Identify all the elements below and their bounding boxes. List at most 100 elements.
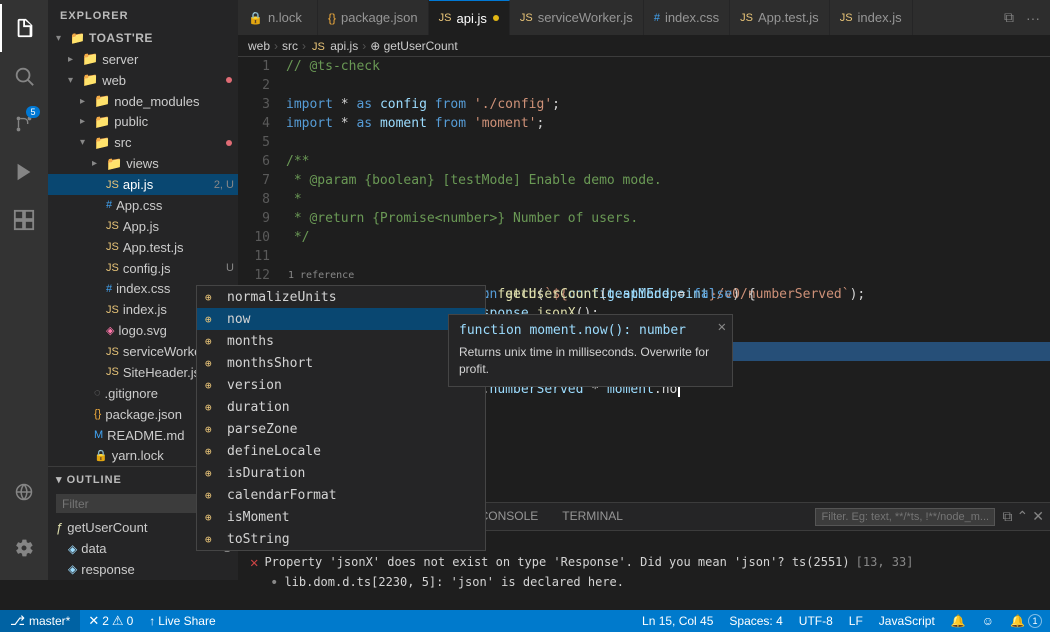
autocomplete-dropdown[interactable]: ⊕ normalizeUnits ⊕ now ⊕ months ⊕ months… [196, 285, 486, 551]
split-editor-icon[interactable]: ⧉ [1000, 7, 1018, 28]
sidebar-title: EXPLORER [48, 0, 238, 28]
code-line-5 [286, 133, 1050, 152]
ac-icon-toString: ⊕ [205, 533, 221, 546]
ac-icon-calendarFormat: ⊕ [205, 489, 221, 502]
code-line-2 [286, 76, 1050, 95]
status-position[interactable]: Ln 15, Col 45 [634, 610, 721, 632]
ac-icon-normalizeUnits: ⊕ [205, 291, 221, 304]
tree-item-web[interactable]: ▾ 📁 web [48, 70, 238, 91]
ac-item-months[interactable]: ⊕ months [197, 330, 485, 352]
remote-icon[interactable] [0, 468, 48, 516]
code-line-4: import * as moment from 'moment'; [286, 114, 1050, 133]
tooltip-close-icon[interactable]: ✕ [718, 319, 726, 335]
code-line-3: import * as config from './config'; [286, 95, 1050, 114]
panel-filter [815, 508, 995, 526]
ac-item-calendarFormat[interactable]: ⊕ calendarFormat [197, 484, 485, 506]
close-panel-icon[interactable]: ✕ [1032, 508, 1044, 525]
status-notifications[interactable]: 🔔 1 [1002, 610, 1050, 632]
source-control-icon[interactable]: 5 [0, 100, 48, 148]
ac-icon-now: ⊕ [205, 313, 221, 326]
error-line-1: ✕ Property 'jsonX' does not exist on typ… [246, 553, 1042, 573]
status-liveshare[interactable]: ↑ Live Share [141, 610, 223, 632]
tooltip-description: Returns unix time in milliseconds. Overw… [459, 344, 722, 378]
status-line-ending[interactable]: LF [841, 610, 871, 632]
ac-icon-monthsShort: ⊕ [205, 357, 221, 370]
tree-item-node_modules[interactable]: ▸ 📁 node_modules [48, 91, 238, 112]
tooltip-signature: function moment.now(): number [459, 323, 722, 338]
collapse-icon[interactable]: ⌃ [1017, 508, 1029, 525]
tooltip-box: ✕ function moment.now(): number Returns … [448, 314, 733, 387]
tree-item-public[interactable]: ▸ 📁 public [48, 112, 238, 133]
activity-bar: 5 [0, 0, 48, 580]
info-icon-1: • [270, 575, 278, 591]
status-encoding[interactable]: UTF-8 [791, 610, 841, 632]
ac-item-toString[interactable]: ⊕ toString [197, 528, 485, 550]
tab-index-js[interactable]: JS index.js [830, 0, 913, 35]
tab-index-css[interactable]: # index.css [644, 0, 730, 35]
tree-item-app-css[interactable]: ▸ # App.css [48, 195, 238, 216]
error-count-icon: ✕ [88, 613, 99, 629]
tab-serviceworker[interactable]: JS serviceWorker.js [510, 0, 644, 35]
status-bell-icon[interactable]: 🔔 [943, 610, 974, 632]
tree-item-server[interactable]: ▸ 📁 server [48, 49, 238, 70]
ac-item-parseZone[interactable]: ⊕ parseZone [197, 418, 485, 440]
status-bar: ⎇ master* ✕ 2 ⚠ 0 ↑ Live Share Ln 15, Co… [0, 610, 1050, 632]
ac-item-normalizeUnits[interactable]: ⊕ normalizeUnits [197, 286, 485, 308]
ac-item-isMoment[interactable]: ⊕ isMoment [197, 506, 485, 528]
panel-filter-input[interactable] [815, 508, 995, 526]
tab-api-js[interactable]: JS api.js [429, 0, 510, 35]
ac-item-defineLocale[interactable]: ⊕ defineLocale [197, 440, 485, 462]
search-icon[interactable] [0, 52, 48, 100]
breadcrumb-web[interactable]: web [248, 39, 270, 53]
code-line-6: /** [286, 152, 1050, 171]
code-line-1: // @ts-check [286, 57, 1050, 76]
tree-item-toastre[interactable]: ▾ 📁 TOAST'RE [48, 28, 238, 49]
tab-nlock[interactable]: 🔒 n.lock [238, 0, 318, 35]
outline-item-response[interactable]: ◈ response [48, 559, 238, 580]
git-branch[interactable]: ⎇ master* [0, 610, 80, 632]
liveshare-icon: ↑ [149, 614, 155, 628]
ac-item-monthsShort[interactable]: ⊕ monthsShort [197, 352, 485, 374]
tab-package-json[interactable]: {} package.json [318, 0, 429, 35]
status-spaces[interactable]: Spaces: 4 [721, 610, 790, 632]
settings-icon[interactable] [0, 524, 48, 572]
breadcrumb-apijs[interactable]: JS api.js [310, 39, 358, 53]
reference-line: 1 reference [286, 266, 1050, 285]
ac-icon-duration: ⊕ [205, 401, 221, 414]
error-icon-1: ✕ [250, 555, 258, 571]
tabs-bar: 🔒 n.lock {} package.json JS api.js JS se… [238, 0, 1050, 35]
tree-item-views[interactable]: ▸ 📁 views [48, 153, 238, 174]
files-icon[interactable] [0, 4, 48, 52]
ac-item-now[interactable]: ⊕ now [197, 308, 485, 330]
ac-item-isDuration[interactable]: ⊕ isDuration [197, 462, 485, 484]
status-language[interactable]: JavaScript [871, 610, 943, 632]
source-control-badge: 5 [26, 106, 40, 118]
code-line-7: * @param {boolean} [testMode] Enable dem… [286, 171, 1050, 190]
breadcrumb-getusercount[interactable]: ⊕ getUserCount [370, 39, 457, 53]
status-feedback[interactable]: ☺ [974, 610, 1002, 632]
tree-item-app-test-js[interactable]: ▸ JS App.test.js [48, 237, 238, 258]
panel-tab-terminal[interactable]: TERMINAL [550, 503, 635, 531]
ac-icon-isMoment: ⊕ [205, 511, 221, 524]
tree-item-config-js[interactable]: ▸ JS config.js U [48, 258, 238, 279]
tab-app-test[interactable]: JS App.test.js [730, 0, 830, 35]
more-actions-icon[interactable]: ··· [1022, 8, 1044, 28]
tree-item-api-js[interactable]: ▸ JS api.js 2, U [48, 174, 238, 195]
ac-item-version[interactable]: ⊕ version [197, 374, 485, 396]
tree-item-app-js[interactable]: ▸ JS App.js [48, 216, 238, 237]
run-icon[interactable] [0, 148, 48, 196]
extensions-icon[interactable] [0, 196, 48, 244]
status-errors[interactable]: ✕ 2 ⚠ 0 [80, 610, 141, 632]
ac-item-duration[interactable]: ⊕ duration [197, 396, 485, 418]
copy-icon[interactable]: ⧉ [1003, 508, 1013, 525]
breadcrumb-src[interactable]: src [282, 39, 298, 53]
code-line-10: */ [286, 228, 1050, 247]
ac-icon-version: ⊕ [205, 379, 221, 392]
tree-item-src[interactable]: ▾ 📁 src [48, 132, 238, 153]
ac-icon-isDuration: ⊕ [205, 467, 221, 480]
ac-icon-parseZone: ⊕ [205, 423, 221, 436]
ac-icon-months: ⊕ [205, 335, 221, 348]
status-right: Ln 15, Col 45 Spaces: 4 UTF-8 LF JavaScr… [634, 610, 1050, 632]
git-branch-icon: ⎇ [10, 613, 25, 629]
code-line-8: * [286, 190, 1050, 209]
